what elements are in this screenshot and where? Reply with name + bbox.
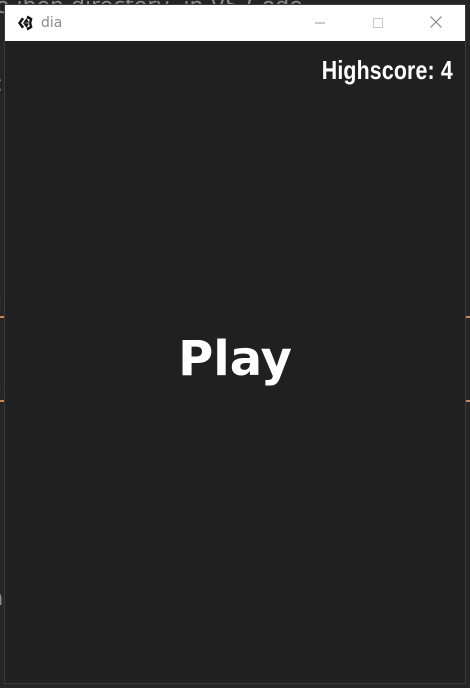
background-text: n [0,288,2,313]
window-controls [291,5,465,41]
game-window: dia Highscore: 4 Play [4,4,466,684]
background-text: a [0,586,3,611]
background-text: n [0,372,2,397]
game-canvas[interactable]: Highscore: 4 Play [5,41,465,683]
highscore-label: Highscore: 4 [321,55,453,85]
play-button[interactable]: Play [5,331,465,387]
unity-icon [15,13,35,33]
minimize-icon [314,14,326,33]
window-title: dia [41,15,63,31]
minimize-button[interactable] [291,5,349,41]
title-bar[interactable]: dia [5,5,465,41]
maximize-icon [372,14,384,33]
maximize-button[interactable] [349,5,407,41]
close-icon [429,14,443,33]
background-text: c [0,72,2,97]
close-button[interactable] [407,5,465,41]
